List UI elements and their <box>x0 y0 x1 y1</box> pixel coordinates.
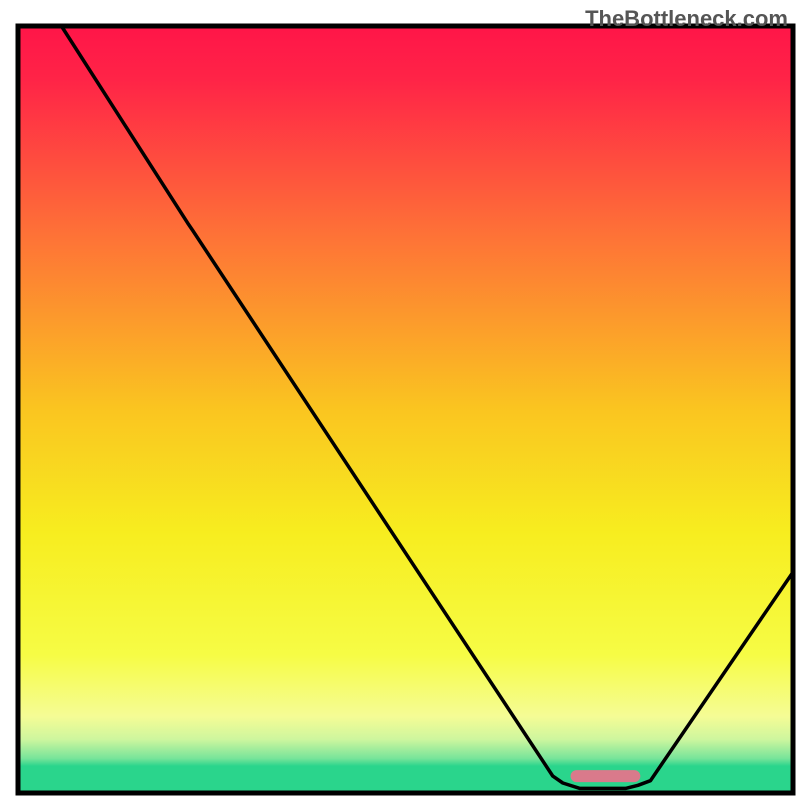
bottleneck-chart <box>0 0 800 800</box>
watermark-text: TheBottleneck.com <box>585 6 788 32</box>
optimal-marker <box>571 770 641 782</box>
